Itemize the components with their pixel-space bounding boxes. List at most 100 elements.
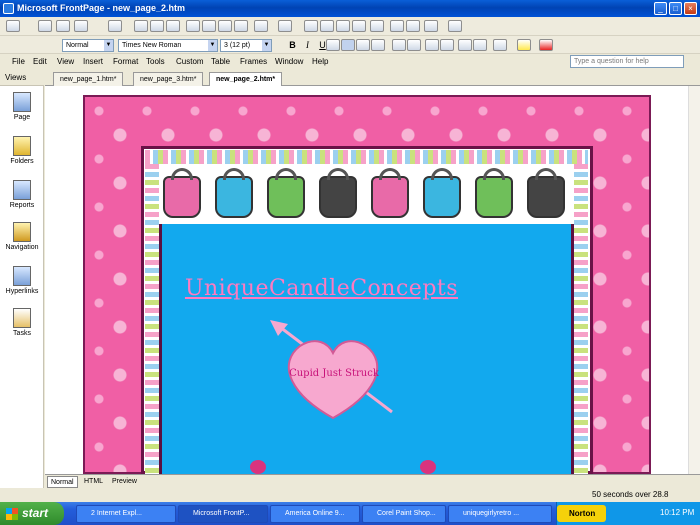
font-size-select[interactable]: 3 (12 pt) ▼ <box>220 39 272 52</box>
close-button[interactable]: × <box>684 2 697 15</box>
task-corel-paint-shop[interactable]: Corel Paint Shop... <box>362 505 446 523</box>
drawing-icon[interactable] <box>352 20 366 32</box>
menu-edit[interactable]: Edit <box>33 57 47 66</box>
site-title: UniqueCandleConcepts <box>184 276 459 301</box>
help-question-input[interactable]: Type a question for help <box>570 55 684 68</box>
rose-decoration <box>420 460 436 474</box>
menu-frames[interactable]: Frames <box>240 57 267 66</box>
italic-button[interactable]: I <box>301 39 314 51</box>
show-all-icon[interactable] <box>424 20 438 32</box>
menu-tools[interactable]: Tools <box>146 57 165 66</box>
formatting-toolbar: Normal ▼ Times New Roman ▼ 3 (12 pt) ▼ B I … <box>0 36 700 54</box>
view-page[interactable]: Page <box>2 92 42 121</box>
folders-view-icon <box>13 136 31 156</box>
window-title: Microsoft FrontPage - new_page_2.htm <box>17 3 186 13</box>
bullets-icon[interactable] <box>440 39 454 51</box>
spelling-icon[interactable] <box>166 20 180 32</box>
download-time-status: 50 seconds over 28.8 <box>592 490 669 499</box>
menu-help[interactable]: Help <box>312 57 328 66</box>
numbering-icon[interactable] <box>425 39 439 51</box>
highlight-icon[interactable] <box>517 39 531 51</box>
hyperlink-icon[interactable] <box>370 20 384 32</box>
decrease-font-icon[interactable] <box>407 39 421 51</box>
font-color-icon[interactable] <box>539 39 553 51</box>
tab-preview[interactable]: Preview <box>109 476 140 488</box>
tab-new-page-3[interactable]: new_page_3.htm* <box>133 72 204 86</box>
save-icon[interactable] <box>56 20 70 32</box>
borders-icon[interactable] <box>493 39 507 51</box>
purse-icon <box>475 168 513 218</box>
menu-file[interactable]: File <box>12 57 25 66</box>
decrease-indent-icon[interactable] <box>458 39 472 51</box>
purse-icon <box>371 168 409 218</box>
purse-icon <box>527 168 565 218</box>
align-center-icon[interactable] <box>341 39 355 51</box>
redo-icon[interactable] <box>278 20 292 32</box>
task-america-online[interactable]: America Online 9... <box>270 505 360 523</box>
stop-icon[interactable] <box>406 20 420 32</box>
top-stripe <box>145 150 588 164</box>
hyperlinks-view-icon <box>13 266 31 286</box>
tab-normal[interactable]: Normal <box>47 476 78 488</box>
menu-custom[interactable]: Custom <box>176 57 204 66</box>
views-header: Views <box>0 70 44 86</box>
paste-icon[interactable] <box>218 20 232 32</box>
menu-view[interactable]: View <box>57 57 74 66</box>
open-icon[interactable] <box>38 20 52 32</box>
window-title-bar[interactable]: Microsoft FrontPage - new_page_2.htm <box>0 0 700 17</box>
purse-icon <box>319 168 357 218</box>
view-folders[interactable]: Folders <box>2 136 42 165</box>
cut-icon[interactable] <box>186 20 200 32</box>
minimize-button[interactable]: _ <box>654 2 667 15</box>
align-right-icon[interactable] <box>356 39 370 51</box>
heart-arrow-icon: Cupid Just Struck <box>270 320 393 420</box>
font-select[interactable]: Times New Roman ▼ <box>118 39 218 52</box>
norton-tray-icon[interactable]: Norton <box>557 505 606 522</box>
undo-icon[interactable] <box>254 20 268 32</box>
task-internet-explorer[interactable]: 2 Internet Expl... <box>76 505 176 523</box>
view-tasks[interactable]: Tasks <box>2 308 42 337</box>
style-select[interactable]: Normal ▼ <box>62 39 114 52</box>
chevron-down-icon: ▼ <box>262 40 271 51</box>
copy-icon[interactable] <box>202 20 216 32</box>
page-view-icon <box>13 92 31 112</box>
refresh-icon[interactable] <box>390 20 404 32</box>
view-reports[interactable]: Reports <box>2 180 42 209</box>
windows-logo-icon <box>6 508 18 520</box>
format-painter-icon[interactable] <box>234 20 248 32</box>
increase-indent-icon[interactable] <box>473 39 487 51</box>
web-component-icon[interactable] <box>304 20 318 32</box>
menu-window[interactable]: Window <box>275 57 303 66</box>
insert-table-icon[interactable] <box>320 20 334 32</box>
menu-table[interactable]: Table <box>211 57 230 66</box>
menu-format[interactable]: Format <box>113 57 138 66</box>
justify-icon[interactable] <box>371 39 385 51</box>
help-icon[interactable] <box>448 20 462 32</box>
heart-text: Cupid Just Struck <box>289 368 380 379</box>
new-page-icon[interactable] <box>6 20 20 32</box>
task-frontpage[interactable]: Microsoft FrontP... <box>178 505 268 523</box>
tab-new-page-1[interactable]: new_page_1.htm* <box>53 72 124 86</box>
insert-picture-icon[interactable] <box>336 20 350 32</box>
folder-list-icon[interactable] <box>108 20 122 32</box>
tab-html[interactable]: HTML <box>81 476 106 488</box>
reports-view-icon <box>13 180 31 200</box>
print-icon[interactable] <box>134 20 148 32</box>
rose-decoration <box>250 460 266 474</box>
view-hyperlinks[interactable]: Hyperlinks <box>2 266 42 295</box>
maximize-button[interactable]: □ <box>669 2 682 15</box>
chevron-down-icon: ▼ <box>104 40 113 51</box>
cupid-heart-graphic: Cupid Just Struck <box>268 318 398 428</box>
increase-font-icon[interactable] <box>392 39 406 51</box>
bold-button[interactable]: B <box>286 39 299 51</box>
frontpage-app-icon[interactable] <box>3 3 14 14</box>
menu-insert[interactable]: Insert <box>83 57 103 66</box>
tab-new-page-2[interactable]: new_page_2.htm* <box>209 72 283 86</box>
purse-banner-image <box>159 164 574 224</box>
publish-icon[interactable] <box>74 20 88 32</box>
view-navigation[interactable]: Navigation <box>2 222 42 251</box>
preview-browser-icon[interactable] <box>150 20 164 32</box>
align-left-icon[interactable] <box>326 39 340 51</box>
task-uniquegirlyretro[interactable]: uniquegirlyretro ... <box>448 505 552 523</box>
vertical-scrollbar[interactable] <box>688 86 700 474</box>
